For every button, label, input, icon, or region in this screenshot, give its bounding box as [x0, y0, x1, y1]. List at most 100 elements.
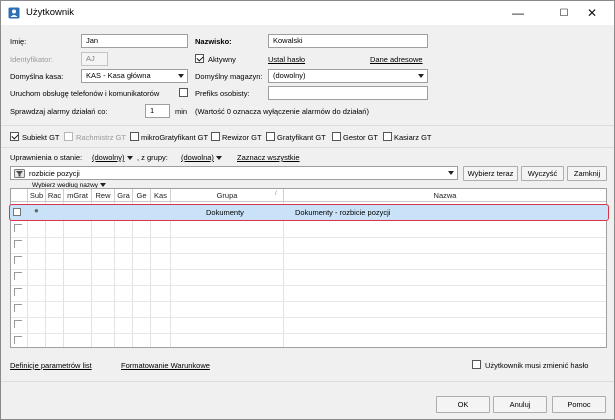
prefiks-label: Prefiks osobisty:: [195, 89, 250, 98]
user-dialog-window: Użytkownik — ☐ ✕ Imię: Jan Nazwisko: Kow…: [0, 0, 615, 420]
uruchom-checkbox[interactable]: [179, 88, 188, 97]
role-checkbox[interactable]: [130, 132, 139, 141]
alarmy-field[interactable]: 1: [145, 104, 170, 118]
musi-zmienic-haslo-checkbox[interactable]: [472, 360, 481, 369]
role-checkbox[interactable]: [383, 132, 392, 141]
prefiks-field[interactable]: [268, 86, 428, 100]
window-title: Użytkownik: [26, 7, 75, 18]
formatowanie-warunkowe-link[interactable]: Formatowanie Warunkowe: [121, 361, 210, 370]
imie-label: Imię:: [10, 37, 27, 46]
aktywny-label: Aktywny: [208, 55, 236, 64]
separator: [1, 125, 614, 126]
filter-icon: [14, 169, 25, 178]
identyfikator-field: AJ: [81, 52, 108, 66]
chevron-down-icon: [448, 171, 454, 175]
sub-permission-dot[interactable]: ●: [34, 206, 39, 215]
grupa-label: , z grupy:: [137, 153, 168, 162]
role-label: Rachmistrz GT: [76, 133, 127, 142]
column-header-nazwa[interactable]: Nazwa: [284, 189, 606, 202]
column-header-ge[interactable]: Ge: [133, 189, 151, 202]
column-header-rac[interactable]: Rac: [46, 189, 64, 202]
row-checkbox[interactable]: [14, 256, 22, 264]
role-checkbox[interactable]: [332, 132, 341, 141]
nazwisko-label: Nazwisko:: [195, 37, 232, 46]
magazyn-combo[interactable]: (dowolny): [268, 69, 428, 83]
kasa-label: Domyślna kasa:: [10, 72, 64, 81]
ok-button[interactable]: OK: [436, 396, 490, 413]
close-button[interactable]: ✕: [570, 1, 614, 25]
alarmy-label: Sprawdzaj alarmy działań co:: [10, 107, 108, 116]
table-row[interactable]: [11, 254, 606, 270]
filter-value: rozbicie pozycji: [29, 169, 80, 178]
role-label: mikroGratyfikant GT: [141, 133, 209, 142]
aktywny-checkbox[interactable]: [195, 54, 204, 63]
role-label: Subiekt GT: [22, 133, 60, 142]
table-row[interactable]: [11, 318, 606, 334]
pomoc-button[interactable]: Pomoc: [552, 396, 606, 413]
alarmy-note: (Wartość 0 oznacza wyłączenie alarmów do…: [195, 107, 369, 116]
table-row[interactable]: [11, 302, 606, 318]
user-icon: [8, 7, 20, 19]
role-checkbox: [64, 132, 73, 141]
chevron-down-icon: [126, 156, 133, 161]
imie-field[interactable]: Jan: [81, 34, 188, 48]
ustal-haslo-link[interactable]: Ustal hasło: [268, 55, 305, 64]
separator: [1, 147, 614, 148]
anuluj-button[interactable]: Anuluj: [493, 396, 547, 413]
row-checkbox[interactable]: [14, 320, 22, 328]
role-checkbox[interactable]: [211, 132, 220, 141]
column-header-sub[interactable]: Sub: [28, 189, 46, 202]
table-row[interactable]: [11, 238, 606, 254]
zamknij-button[interactable]: Zamknij: [567, 166, 607, 181]
table-row[interactable]: [11, 222, 606, 238]
column-header-grupa[interactable]: Grupa: [171, 189, 284, 202]
table-row[interactable]: [11, 270, 606, 286]
alarmy-unit: min: [175, 107, 188, 116]
chevron-down-icon: [215, 156, 222, 161]
row-checkbox[interactable]: [14, 336, 22, 344]
definicje-parametrow-link[interactable]: Definicje parametrów list: [10, 361, 92, 370]
magazyn-combo-value: (dowolny): [273, 71, 306, 80]
nazwisko-field[interactable]: Kowalski: [268, 34, 428, 48]
row-checkbox[interactable]: [14, 224, 22, 232]
column-header-select[interactable]: [11, 189, 28, 202]
filter-input[interactable]: rozbicie pozycji: [10, 166, 458, 180]
column-header-rew[interactable]: Rew: [92, 189, 115, 202]
kasa-combo-value: KAS - Kasa główna: [86, 71, 151, 80]
row-checkbox[interactable]: [14, 272, 22, 280]
row-checkbox[interactable]: [14, 304, 22, 312]
sort-arrow-icon: /: [275, 191, 277, 197]
minimize-button[interactable]: —: [496, 1, 540, 25]
role-label: Rewizor GT: [222, 133, 262, 142]
role-checkbox[interactable]: [266, 132, 275, 141]
row-checkbox[interactable]: [14, 288, 22, 296]
title-bar: Użytkownik — ☐ ✕: [1, 1, 614, 25]
row-checkbox[interactable]: [13, 208, 21, 216]
table-row[interactable]: [11, 334, 606, 347]
column-header-kas[interactable]: Kas: [151, 189, 171, 202]
stan-label: Uprawnienia o stanie:: [10, 153, 83, 162]
uruchom-label: Uruchom obsługę telefonów i komunikatoró…: [10, 89, 160, 98]
zaznacz-wszystkie-link[interactable]: Zaznacz wszystkie: [237, 153, 300, 162]
role-checkbox[interactable]: [10, 132, 19, 141]
stan-dropdown[interactable]: (dowolny): [92, 153, 133, 162]
column-header-mgrat[interactable]: mGrat: [64, 189, 92, 202]
chevron-down-icon: [178, 74, 184, 78]
identyfikator-label: Identyfikator:: [10, 55, 53, 64]
wyczysc-button[interactable]: Wyczyść: [521, 166, 564, 181]
role-label: Gratyfikant GT: [277, 133, 326, 142]
chevron-down-icon: [418, 74, 424, 78]
musi-zmienic-haslo-label: Użytkownik musi zmienić hasło: [485, 361, 589, 370]
row-grupa: Dokumenty: [206, 208, 244, 217]
dialog-footer: OK Anuluj Pomoc: [1, 381, 614, 419]
row-checkbox[interactable]: [14, 240, 22, 248]
table-row[interactable]: [11, 286, 606, 302]
table-row-selected[interactable]: ● Dokumenty Dokumenty - rozbicie pozycji: [9, 204, 609, 221]
magazyn-label: Domyślny magazyn:: [195, 72, 263, 81]
grupa-dropdown[interactable]: (dowolna): [181, 153, 222, 162]
row-nazwa: Dokumenty - rozbicie pozycji: [295, 208, 391, 217]
dane-adresowe-link[interactable]: Dane adresowe: [370, 55, 423, 64]
column-header-gra[interactable]: Gra: [115, 189, 133, 202]
wybierz-teraz-button[interactable]: Wybierz teraz: [463, 166, 518, 181]
kasa-combo[interactable]: KAS - Kasa główna: [81, 69, 188, 83]
